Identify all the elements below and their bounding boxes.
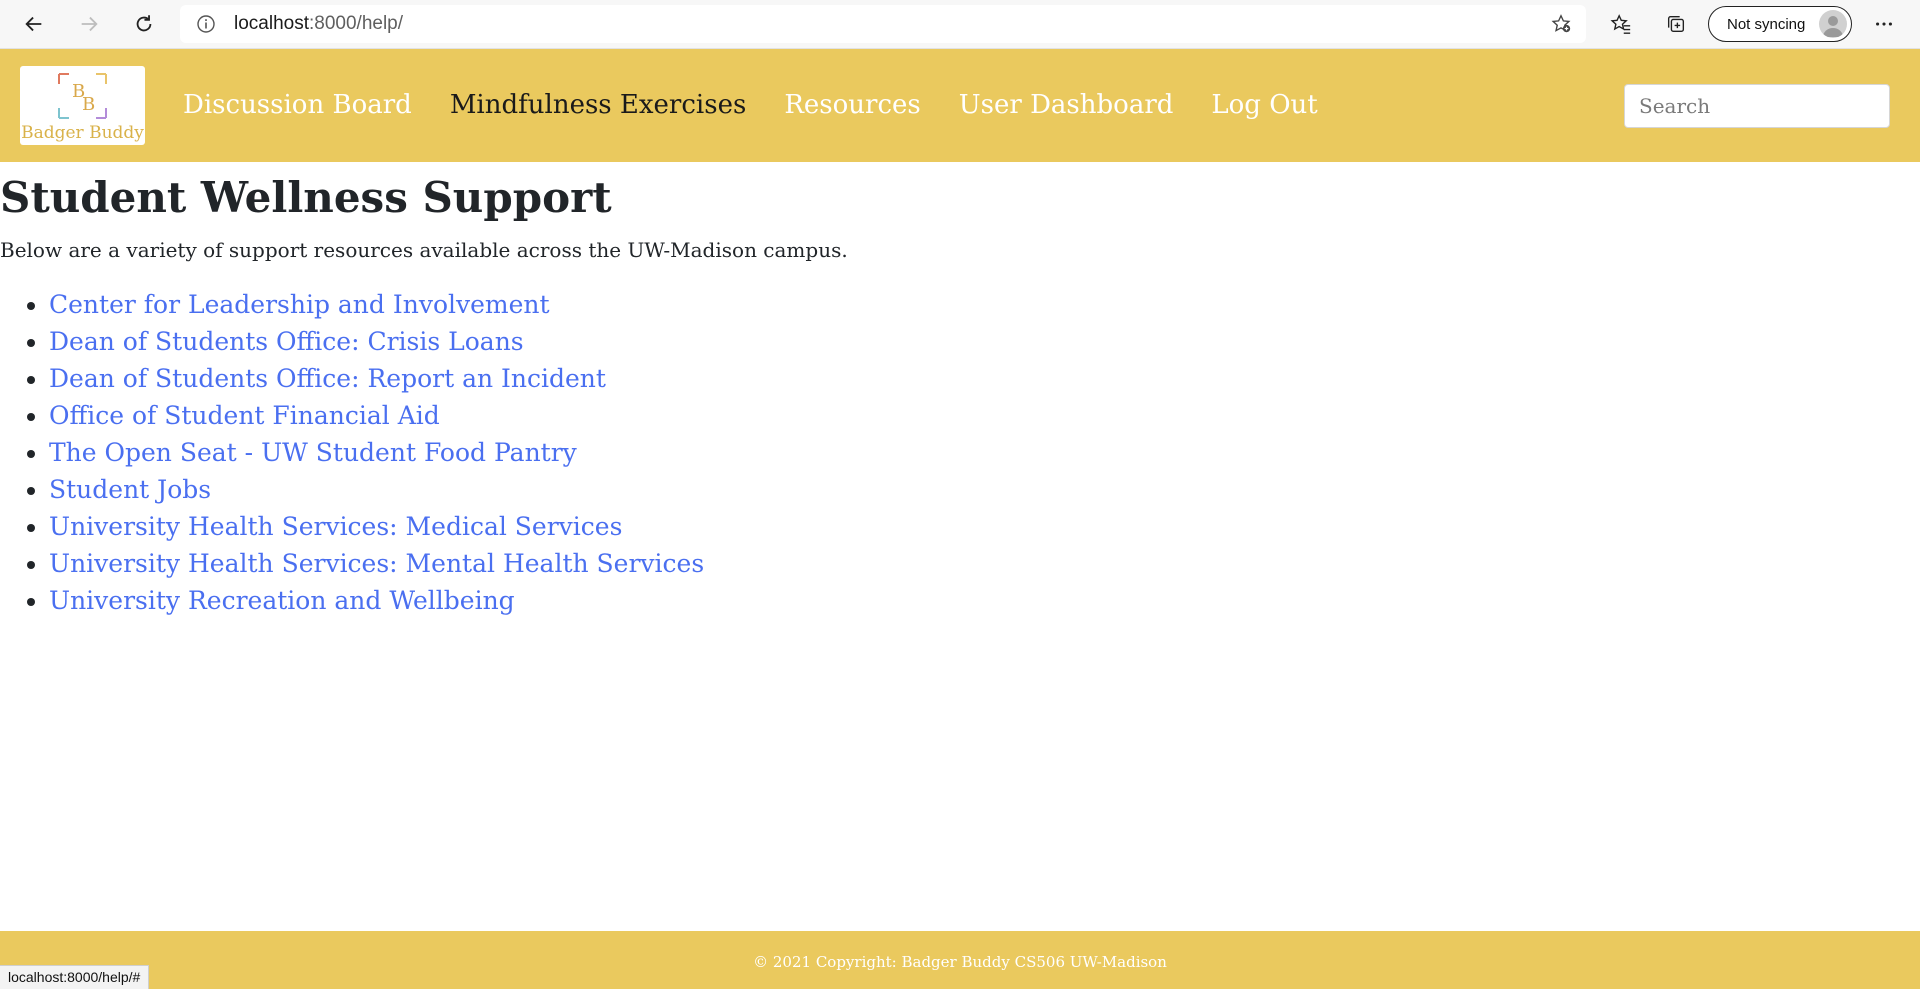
badger-buddy-logo[interactable]: B B Badger Buddy <box>20 66 145 145</box>
add-favorite-icon[interactable] <box>1550 13 1572 35</box>
resource-link-food-pantry[interactable]: The Open Seat - UW Student Food Pantry <box>49 438 577 467</box>
main-content: Student Wellness Support Below are a var… <box>0 170 1920 619</box>
info-icon[interactable] <box>196 14 216 34</box>
site-navbar: B B Badger Buddy Discussion Board Mindfu… <box>0 49 1920 162</box>
resource-link-recreation[interactable]: University Recreation and Wellbeing <box>49 586 515 615</box>
resource-link-medical-services[interactable]: University Health Services: Medical Serv… <box>49 512 622 541</box>
bb-monogram-icon: B B <box>58 73 107 119</box>
resource-link-report-incident[interactable]: Dean of Students Office: Report an Incid… <box>49 364 606 393</box>
url-host: localhost <box>234 13 309 34</box>
profile-avatar-icon <box>1819 10 1847 38</box>
forward-button[interactable] <box>73 8 105 40</box>
favorites-button[interactable] <box>1605 8 1637 40</box>
resource-list: Center for Leadership and Involvement De… <box>0 286 1920 619</box>
site-footer: © 2021 Copyright: Badger Buddy CS506 UW-… <box>0 931 1920 989</box>
nav-discussion-board[interactable]: Discussion Board <box>183 87 412 123</box>
list-item: University Recreation and Wellbeing <box>49 582 1920 619</box>
refresh-button[interactable] <box>128 8 160 40</box>
resource-link-mental-health[interactable]: University Health Services: Mental Healt… <box>49 549 704 578</box>
resource-link-student-jobs[interactable]: Student Jobs <box>49 475 211 504</box>
forward-arrow-icon <box>81 16 98 32</box>
url-text: localhost:8000/help/ <box>234 13 403 35</box>
copyright-text: © 2021 Copyright: Badger Buddy CS506 UW-… <box>753 953 1167 971</box>
intro-text: Below are a variety of support resources… <box>0 238 848 262</box>
nav-mindfulness-exercises[interactable]: Mindfulness Exercises <box>450 87 747 123</box>
nav-resources[interactable]: Resources <box>784 87 920 123</box>
nav-user-dashboard[interactable]: User Dashboard <box>959 87 1174 123</box>
list-item: The Open Seat - UW Student Food Pantry <box>49 434 1920 471</box>
back-button[interactable] <box>18 8 50 40</box>
status-bar-url: localhost:8000/help/# <box>0 965 150 989</box>
resource-link-leadership[interactable]: Center for Leadership and Involvement <box>49 290 550 319</box>
address-bar[interactable]: localhost:8000/help/ <box>180 5 1586 43</box>
settings-more-button[interactable] <box>1868 8 1900 40</box>
favorites-icon <box>1610 14 1631 34</box>
list-item: Office of Student Financial Aid <box>49 397 1920 434</box>
list-item: Student Jobs <box>49 471 1920 508</box>
nav-links: Discussion Board Mindfulness Exercises R… <box>183 87 1356 123</box>
profile-sync-button[interactable]: Not syncing <box>1708 6 1852 42</box>
svg-text:B: B <box>82 94 95 115</box>
nav-log-out[interactable]: Log Out <box>1211 87 1317 123</box>
sync-status-label: Not syncing <box>1727 15 1806 33</box>
refresh-icon <box>136 15 152 32</box>
collections-icon <box>1667 15 1685 33</box>
list-item: Dean of Students Office: Report an Incid… <box>49 360 1920 397</box>
url-path: :8000/help/ <box>309 13 404 34</box>
collections-button[interactable] <box>1660 8 1692 40</box>
browser-toolbar: localhost:8000/help/ Not syncing <box>0 0 1920 49</box>
search-input[interactable] <box>1624 84 1890 128</box>
resource-link-financial-aid[interactable]: Office of Student Financial Aid <box>49 401 440 430</box>
logo-text: Badger Buddy <box>21 123 144 143</box>
page-title: Student Wellness Support <box>0 173 612 222</box>
list-item: Center for Leadership and Involvement <box>49 286 1920 323</box>
list-item: Dean of Students Office: Crisis Loans <box>49 323 1920 360</box>
more-dots-icon <box>1876 22 1892 26</box>
resource-link-crisis-loans[interactable]: Dean of Students Office: Crisis Loans <box>49 327 524 356</box>
list-item: University Health Services: Medical Serv… <box>49 508 1920 545</box>
list-item: University Health Services: Mental Healt… <box>49 545 1920 582</box>
back-arrow-icon <box>25 16 42 32</box>
